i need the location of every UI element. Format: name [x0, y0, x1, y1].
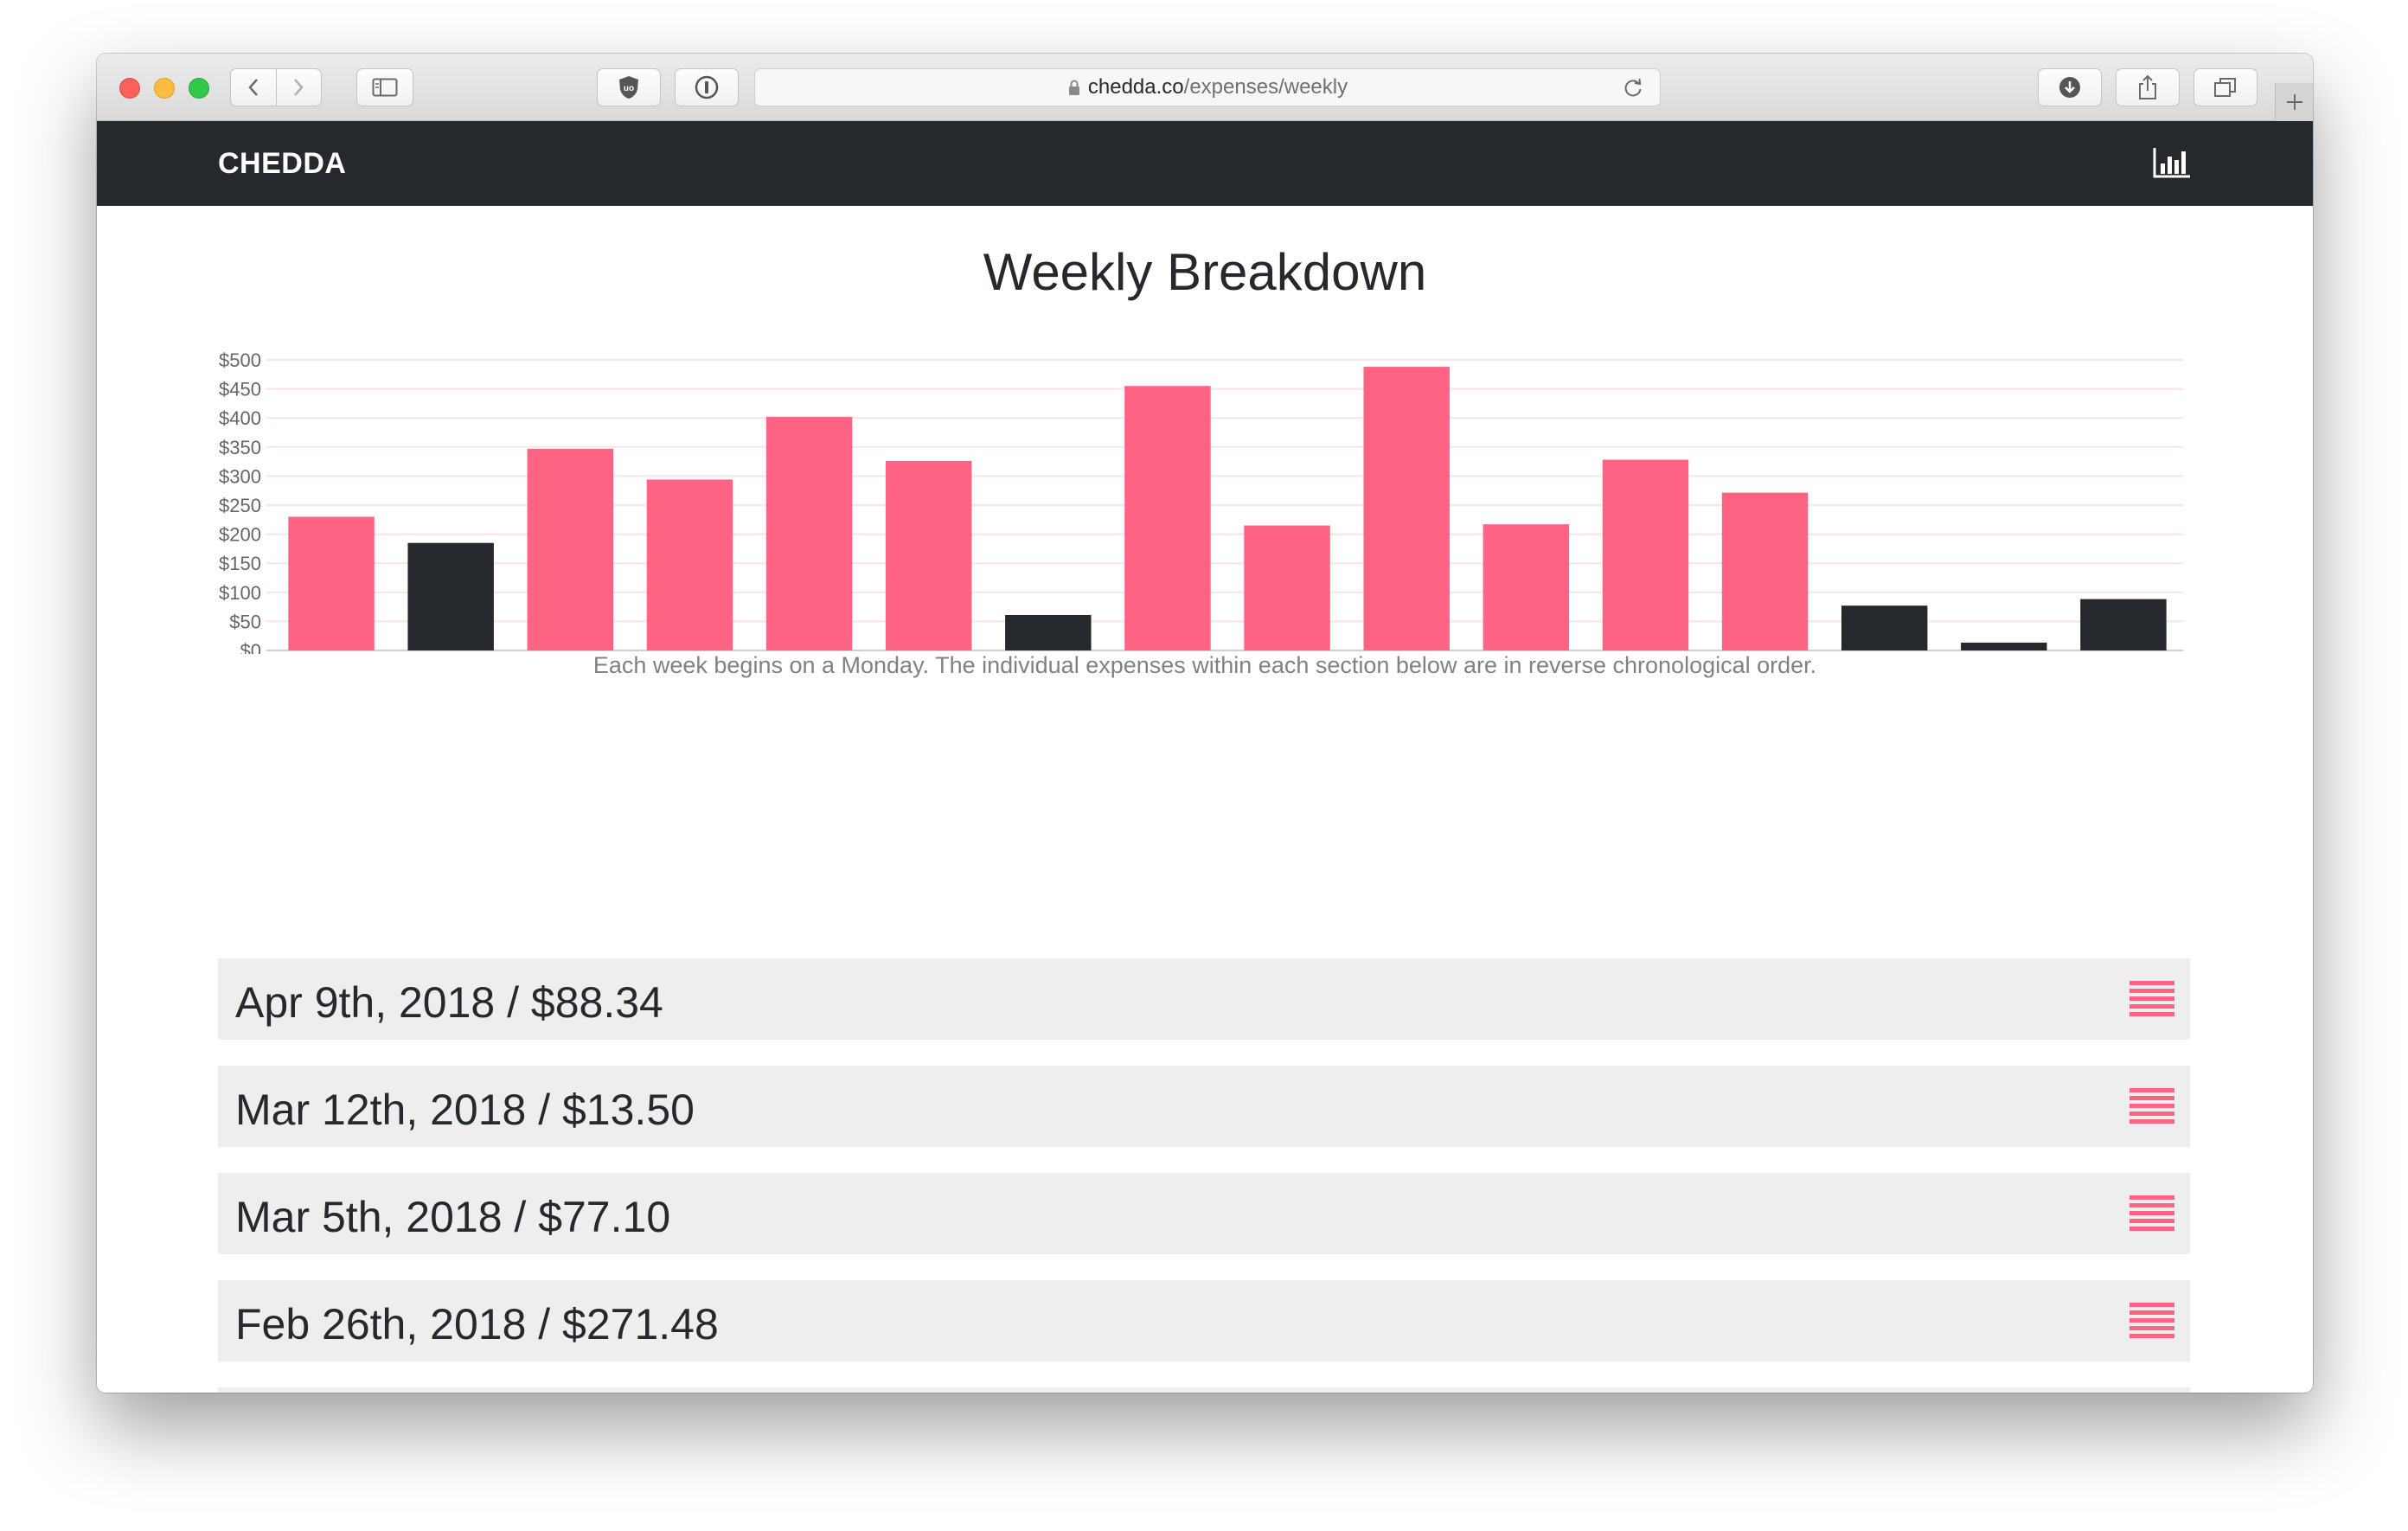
chart-bar[interactable]: [1602, 459, 1689, 650]
sidebar-icon: [372, 78, 398, 97]
y-tick-label: $150: [219, 553, 261, 574]
main-content: Weekly Breakdown $0 $50 $100 $150 $200 $250 $3…: [97, 206, 2313, 1393]
week-title: Mar 5th, 2018 / $77.10: [235, 1193, 671, 1241]
tabs-overview-button[interactable]: [2193, 68, 2258, 106]
chart-bar[interactable]: [1721, 492, 1809, 650]
url-path: /expenses/weekly: [1183, 75, 1348, 99]
menu-toggle-line: [2129, 1203, 2174, 1208]
menu-toggle-line: [2129, 1227, 2174, 1231]
chart-bar[interactable]: [407, 542, 494, 650]
menu-toggle-line: [2129, 1104, 2174, 1108]
menu-toggle-line: [2129, 1111, 2174, 1116]
week-title: Mar 12th, 2018 / $13.50: [235, 1086, 695, 1134]
tabs-icon: [2214, 78, 2236, 97]
shield-icon: uo: [619, 76, 638, 99]
reload-icon[interactable]: [1622, 77, 1644, 99]
week-row[interactable]: Mar 5th, 2018 / $77.10: [218, 1173, 2190, 1254]
sidebar-button[interactable]: [356, 68, 413, 106]
week-row[interactable]: Apr 9th, 2018 / $88.34: [218, 958, 2190, 1040]
history-nav: [230, 68, 322, 106]
1password-icon: [695, 75, 719, 99]
menu-toggle-line: [2129, 1119, 2174, 1124]
chart-bar[interactable]: [2080, 599, 2167, 650]
menu-toggle-line: [2129, 1004, 2174, 1009]
menu-toggle-line: [2129, 1088, 2174, 1092]
chart-bar[interactable]: [1961, 642, 2047, 650]
chart-bar[interactable]: [1483, 524, 1570, 650]
menu-toggle-line: [2129, 996, 2174, 1001]
chart-bar[interactable]: [1005, 615, 1092, 650]
menu-toggle-line: [2129, 1318, 2174, 1323]
week-row[interactable]: Mar 12th, 2018 / $13.50: [218, 1066, 2190, 1147]
week-row[interactable]: Feb 19th, 2018 / $328.11: [218, 1387, 2190, 1393]
share-button[interactable]: [2116, 68, 2180, 106]
share-icon: [2139, 74, 2156, 99]
y-tick-label: $350: [219, 437, 261, 458]
menu-toggle-line: [2129, 981, 2174, 985]
chart-bar[interactable]: [885, 460, 972, 650]
menu-toggle-icon[interactable]: [2129, 1088, 2174, 1124]
chart-bar[interactable]: [288, 516, 375, 650]
menu-toggle-line: [2129, 989, 2174, 993]
ublock-extension-button[interactable]: uo: [597, 68, 661, 106]
menu-toggle-line: [2129, 1096, 2174, 1100]
svg-text:uo: uo: [624, 84, 634, 93]
y-tick-label: $50: [229, 611, 261, 632]
menu-toggle-line: [2129, 1211, 2174, 1215]
forward-button[interactable]: [275, 69, 322, 106]
back-button[interactable]: [231, 69, 276, 106]
chart-bar[interactable]: [527, 448, 614, 650]
chart-bar[interactable]: [1841, 605, 1928, 650]
address-bar[interactable]: chedda.co/expenses/weekly: [754, 68, 1661, 106]
downloads-button[interactable]: [2038, 68, 2102, 106]
chart-bar[interactable]: [646, 479, 733, 650]
browser-window: uo chedda.co/expenses/weekly CHEDDA Week…: [97, 54, 2313, 1393]
chevron-right-icon: [294, 79, 304, 96]
chart-bar[interactable]: [1124, 386, 1211, 650]
password-extension-button[interactable]: [675, 68, 739, 106]
new-tab-button[interactable]: [2275, 83, 2313, 121]
lock-icon: [1068, 80, 1079, 95]
close-window-button[interactable]: [119, 78, 140, 99]
chart-bar[interactable]: [1244, 525, 1330, 650]
menu-toggle-line: [2129, 1219, 2174, 1223]
menu-toggle-line: [2129, 1012, 2174, 1016]
chart-bar[interactable]: [1363, 367, 1450, 650]
menu-toggle-line: [2129, 1334, 2174, 1338]
app-navbar: CHEDDA: [97, 121, 2313, 206]
chart-caption: Each week begins on a Monday. The indivi…: [592, 652, 1817, 678]
zoom-window-button[interactable]: [189, 78, 209, 99]
y-tick-label: $300: [219, 465, 261, 487]
weekly-bar-chart: $0$50$100$150$200$250$300$350$400$450$50…: [219, 349, 2183, 654]
download-icon: [2059, 77, 2080, 98]
y-tick-label: $100: [219, 582, 261, 604]
menu-toggle-line: [2129, 1310, 2174, 1315]
bar-chart-icon: [2153, 148, 2190, 178]
menu-toggle-line: [2129, 1195, 2174, 1200]
menu-toggle-icon[interactable]: [2129, 1303, 2174, 1339]
url-domain: chedda.co: [1087, 75, 1184, 99]
plus-icon: [2286, 94, 2302, 110]
chart-nav-link[interactable]: [2152, 146, 2192, 183]
y-tick-label: $200: [219, 524, 261, 546]
menu-toggle-icon[interactable]: [2129, 1195, 2174, 1232]
page-title: Weekly Breakdown: [983, 243, 1427, 301]
y-tick-label: $450: [219, 379, 261, 400]
menu-toggle-line: [2129, 1303, 2174, 1307]
chart-bar[interactable]: [765, 416, 853, 650]
weekly-chart: $0 $50 $100 $150 $200 $250 $300 $350 $400 $450 $50…: [218, 343, 2190, 654]
browser-toolbar: uo chedda.co/expenses/weekly: [97, 54, 2313, 121]
y-tick-label: $500: [219, 349, 261, 371]
brand-logo[interactable]: CHEDDA: [218, 147, 346, 181]
menu-toggle-icon[interactable]: [2129, 981, 2174, 1017]
week-title: Feb 26th, 2018 / $271.48: [235, 1300, 719, 1348]
chevron-left-icon: [248, 79, 258, 96]
minimize-window-button[interactable]: [154, 78, 175, 99]
y-tick-label: $250: [219, 495, 261, 516]
week-title: Apr 9th, 2018 / $88.34: [235, 978, 663, 1027]
y-tick-label: $400: [219, 407, 261, 429]
week-row[interactable]: Feb 26th, 2018 / $271.48: [218, 1280, 2190, 1361]
menu-toggle-line: [2129, 1326, 2174, 1330]
